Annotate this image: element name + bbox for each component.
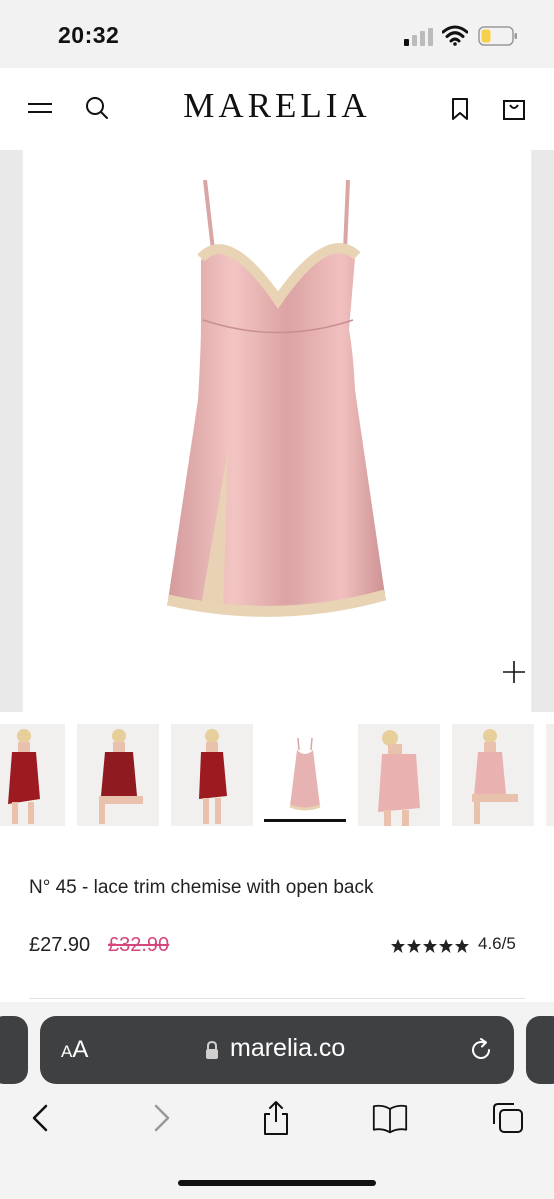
reload-icon[interactable] xyxy=(467,1036,495,1064)
plus-icon[interactable] xyxy=(500,658,528,686)
reader-settings-button[interactable]: AA xyxy=(61,1036,88,1064)
lock-icon xyxy=(206,1040,218,1059)
bookmarks-icon[interactable] xyxy=(372,1100,408,1136)
shopping-bag-icon[interactable] xyxy=(500,95,528,123)
rating-score[interactable]: 4.6/5 xyxy=(478,934,516,954)
next-image-peek[interactable] xyxy=(532,150,554,712)
menu-icon[interactable] xyxy=(26,98,54,118)
product-main-image[interactable] xyxy=(23,150,531,712)
previous-image-peek[interactable] xyxy=(0,150,22,712)
thumbnail-1[interactable] xyxy=(0,724,65,826)
chemise-illustration xyxy=(166,179,387,617)
thumbnail-3[interactable] xyxy=(171,724,253,826)
cellular-signal-icon xyxy=(404,28,433,46)
battery-icon xyxy=(478,26,517,46)
thumbnail-2[interactable] xyxy=(77,724,159,826)
search-icon[interactable] xyxy=(84,95,110,121)
forward-icon[interactable] xyxy=(144,1100,180,1136)
tabs-icon[interactable] xyxy=(490,1100,526,1136)
divider xyxy=(29,998,525,999)
active-thumbnail-indicator xyxy=(264,819,346,822)
url-text[interactable]: marelia.co xyxy=(230,1034,345,1063)
thumbnail-6[interactable] xyxy=(452,724,534,826)
product-old-price: £32.90 xyxy=(108,934,170,956)
thumbnail-4-active[interactable] xyxy=(264,724,346,826)
share-icon[interactable] xyxy=(258,1100,294,1136)
thumbnail-model-red xyxy=(8,729,40,824)
next-tab-peek[interactable] xyxy=(526,1016,554,1084)
product-title: N° 45 - lace trim chemise with open back xyxy=(29,877,374,898)
status-time: 20:32 xyxy=(58,22,120,48)
rating-stars-icon[interactable] xyxy=(390,938,470,954)
logo[interactable]: MARELIA xyxy=(150,86,404,126)
thumbnail-7-peek[interactable] xyxy=(546,724,554,826)
product-price: £27.90 xyxy=(29,934,91,956)
thumbnail-model-red-standing xyxy=(199,729,227,824)
home-indicator xyxy=(178,1180,376,1186)
thumbnail-model-red-seated xyxy=(99,729,143,824)
previous-tab-peek[interactable] xyxy=(0,1016,28,1084)
thumbnail-chemise-flat xyxy=(289,737,321,811)
bookmark-icon[interactable] xyxy=(447,96,473,122)
back-icon[interactable] xyxy=(24,1100,60,1136)
thumbnail-model-pink-seated xyxy=(472,729,518,824)
thumbnail-5[interactable] xyxy=(358,724,440,826)
wifi-icon xyxy=(442,25,468,46)
thumbnail-model-pink xyxy=(378,730,420,826)
